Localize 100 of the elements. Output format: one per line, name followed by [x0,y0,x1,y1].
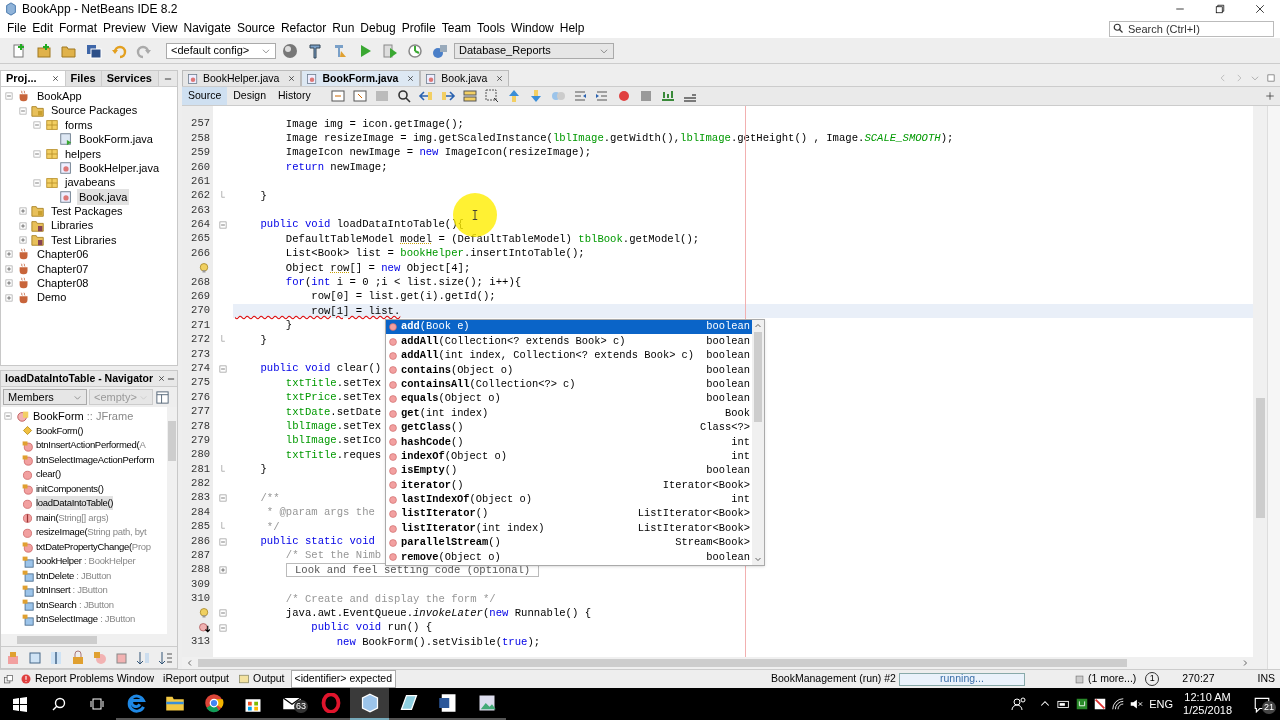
menu-item[interactable]: File [4,19,30,37]
menu-item[interactable]: Refactor [277,19,330,37]
completion-item[interactable]: remove(Object o) boolean [386,550,752,565]
tree-item[interactable]: Demo [35,289,69,306]
line-number: 288 [191,562,210,578]
tree-item[interactable]: Source Packages [49,102,140,119]
member-item[interactable]: resizeImage(String path, byt [36,525,147,540]
member-item[interactable]: bookHelper : BookHelper [36,554,136,569]
members-dropdown[interactable]: Members [3,389,87,405]
line-number: 279 [191,432,210,448]
member-item[interactable]: clear() [36,467,61,482]
tree-item[interactable]: BookHelper.java [77,159,162,177]
completion-item[interactable]: addAll(int index, Collection<? extends Book> c) boolean [386,348,752,364]
tree-item[interactable]: Test Libraries [49,231,119,249]
member-item[interactable]: btnDelete : JButton [36,568,112,583]
menu-item[interactable]: Preview [100,19,149,37]
completion-item[interactable]: listIterator(int index) ListIterator<Book> [386,521,752,536]
completion-item[interactable]: hashCode() int [386,435,752,450]
mail-button[interactable]: 63 [272,688,311,720]
member-item[interactable]: txtDatePropertyChange(Prop [36,539,151,554]
insert-mode: INS [1257,671,1275,687]
completion-item[interactable]: contains(Object o) boolean [386,363,752,378]
menu-item[interactable]: Source [233,19,278,37]
view-tab[interactable]: Design [227,87,272,105]
code-line: * @param args the [265,506,375,520]
tree-item[interactable]: javabeans [63,174,118,191]
code-line: Image img = icon.getImage(); [284,117,464,131]
search-field[interactable]: Search (Ctrl+I) [1109,21,1274,38]
line-number: 309 [191,576,210,592]
output-window-tab[interactable]: Report Problems Window [17,671,158,687]
more-tasks-link[interactable]: (1 more...) [1087,671,1137,687]
completion-item[interactable]: parallelStream() Stream<Book> [386,535,752,551]
tree-item[interactable]: Libraries [49,217,96,234]
menu-item[interactable]: Tools [474,19,509,37]
tree-item[interactable]: Chapter08 [35,275,91,292]
code-line: return newImage; [284,160,388,174]
panel-tab[interactable]: Services [101,71,159,86]
editor-tab[interactable]: Book.java [420,70,510,86]
language-indicator[interactable]: ENG [1149,695,1174,713]
menu-item[interactable]: Edit [29,19,57,37]
project-dropdown[interactable]: Database_Reports [454,42,614,59]
tree-item[interactable]: Chapter07 [35,260,91,278]
action-center-button[interactable]: 21 [1244,688,1280,720]
completion-item[interactable]: lastIndexOf(Object o) int [386,492,752,508]
member-item[interactable]: btnInsert : JButton [36,583,108,598]
view-tab[interactable]: History [271,87,317,105]
completion-item[interactable]: containsAll(Collection<?> c) boolean [386,377,752,392]
tree-item[interactable]: BookApp [35,87,84,105]
tree-item[interactable]: Chapter06 [35,246,91,263]
menu-item[interactable]: Window [508,19,557,37]
editor-tab[interactable]: BookHelper.java [182,70,302,86]
member-item[interactable]: main(String[] args) [36,510,109,525]
tree-item[interactable]: Book.java [77,188,130,206]
menu-item[interactable]: View [148,19,181,37]
panel-tab[interactable]: Proj... [1,71,66,86]
completion-item[interactable]: getClass() Class<?> [386,420,752,436]
line-number: 274 [191,360,210,376]
menu-item[interactable]: Help [556,19,588,37]
tree-item[interactable]: Test Packages [49,203,125,220]
member-item[interactable]: btnInsertActionPerformed(A [36,438,146,453]
completion-item[interactable]: listIterator() ListIterator<Book> [386,507,752,522]
completion-item[interactable]: add(Book e) boolean [386,320,752,335]
completion-item[interactable]: iterator() Iterator<Book> [386,478,752,493]
tree-item[interactable]: forms [63,116,95,134]
line-number: 313 [191,634,210,650]
tree-item[interactable]: helpers [63,145,104,162]
completion-item[interactable]: equals(Object o) boolean [386,391,752,407]
line-number: 278 [191,418,210,434]
menu-item[interactable]: Team [438,19,475,37]
line-number: 264 [191,217,210,233]
editor-tab[interactable]: BookForm.java [301,70,421,86]
member-item[interactable]: BookForm() [36,423,84,438]
member-item[interactable]: loadDataIntoTable() [36,496,114,511]
code-line: row[1] = list. [310,304,401,318]
menu-item[interactable]: Profile [398,19,439,37]
output-window-tab[interactable]: iReport output [160,671,232,687]
completion-item[interactable]: get(int index) Book [386,406,752,421]
config-dropdown[interactable]: <default config> [166,42,276,59]
clock[interactable]: 12:10 AM 1/25/2018 [1183,691,1232,717]
code-line: List<Book> list = bookHelper.insertIntoTable(); [284,247,585,261]
tree-item[interactable]: BookForm :: JFrame [33,408,134,425]
code-line: /* Set the Nimb [284,549,382,563]
code-line: lblImage.setTex [284,419,382,433]
member-item[interactable]: btnSelectImage : JButton [36,612,135,627]
completion-item[interactable]: indexOf(Object o) int [386,449,752,464]
menu-item[interactable]: Format [56,19,101,37]
panel-tab[interactable]: Files [65,71,102,86]
menu-item[interactable]: Run [329,19,358,37]
tree-item[interactable]: BookForm.java [77,131,155,148]
menu-item[interactable]: Debug [357,19,399,37]
member-item[interactable]: btnSearch : JButton [36,597,114,612]
completion-item[interactable]: isEmpty() boolean [386,463,752,479]
menu-item[interactable]: Navigate [180,19,234,37]
member-item[interactable]: initComponents() [36,481,104,496]
view-tab[interactable]: Source [182,87,228,105]
member-item[interactable]: btnSelectImageActionPerform [36,452,155,467]
line-number: 280 [191,447,210,463]
output-window-tab[interactable]: Output [235,671,288,687]
completion-item[interactable]: addAll(Collection<? extends Book> c) boolean [386,334,752,349]
code-line: Image resizeImage = img.getScaledInstance(lblImage.getWidth(),lblImage.getHeight() , Image.SCALE_SMOOTH); [284,132,954,146]
